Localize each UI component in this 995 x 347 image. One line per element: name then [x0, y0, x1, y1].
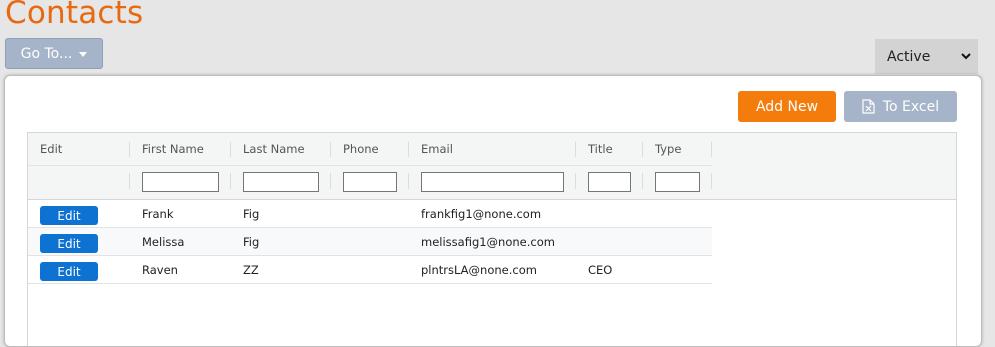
- filter-divider: [330, 173, 331, 189]
- to-excel-button[interactable]: To Excel: [844, 91, 957, 122]
- table-row: Edit Raven ZZ plntrsLA@none.com CEO: [28, 256, 712, 284]
- last-name-cell: Fig: [243, 235, 260, 249]
- add-new-button[interactable]: Add New: [738, 91, 836, 122]
- status-select[interactable]: Active: [875, 39, 978, 74]
- email-cell: frankfig1@none.com: [421, 207, 542, 221]
- to-excel-label: To Excel: [882, 98, 940, 115]
- column-header-edit: Edit: [40, 142, 63, 156]
- last-name-cell: Fig: [243, 207, 260, 221]
- phone-filter[interactable]: [343, 172, 397, 192]
- first-name-cell: Melissa: [142, 235, 185, 249]
- edit-button[interactable]: Edit: [40, 262, 98, 281]
- header-divider: [28, 165, 712, 166]
- column-divider: [575, 142, 576, 157]
- filter-divider: [642, 173, 643, 189]
- column-divider: [711, 142, 712, 157]
- grid-header: Edit First Name Last Name Phone Email Ti…: [28, 133, 956, 200]
- goto-button[interactable]: Go To...: [5, 38, 103, 69]
- column-header-type[interactable]: Type: [655, 142, 681, 156]
- column-divider: [230, 142, 231, 157]
- status-select-value: Active: [887, 48, 931, 65]
- edit-button[interactable]: Edit: [40, 206, 98, 225]
- page-title: Contacts: [5, 0, 144, 31]
- title-cell: CEO: [588, 263, 613, 277]
- goto-button-label: Go To...: [20, 45, 73, 62]
- filter-divider: [575, 173, 576, 189]
- chevron-down-icon: [961, 53, 971, 60]
- filter-divider: [711, 173, 712, 189]
- filter-divider: [230, 173, 231, 189]
- contacts-grid: Edit First Name Last Name Phone Email Ti…: [27, 132, 957, 346]
- excel-file-icon: [862, 99, 875, 114]
- table-row: Edit Frank Fig frankfig1@none.com: [28, 200, 712, 228]
- column-header-email[interactable]: Email: [421, 142, 453, 156]
- column-divider: [642, 142, 643, 157]
- column-divider: [330, 142, 331, 157]
- column-header-phone[interactable]: Phone: [343, 142, 379, 156]
- column-header-last-name[interactable]: Last Name: [243, 142, 305, 156]
- last-name-cell: ZZ: [243, 263, 259, 277]
- caret-down-icon: [79, 52, 88, 57]
- table-row: Edit Melissa Fig melissafig1@none.com: [28, 228, 712, 256]
- edit-button[interactable]: Edit: [40, 234, 98, 253]
- column-header-first-name[interactable]: First Name: [142, 142, 204, 156]
- filter-divider: [408, 173, 409, 189]
- email-filter[interactable]: [421, 172, 564, 192]
- column-divider: [408, 142, 409, 157]
- last-name-filter[interactable]: [243, 172, 319, 192]
- email-cell: plntrsLA@none.com: [421, 263, 537, 277]
- column-divider: [129, 142, 130, 157]
- column-header-title[interactable]: Title: [588, 142, 613, 156]
- first-name-cell: Raven: [142, 263, 178, 277]
- filter-divider: [129, 173, 130, 189]
- contacts-panel: Add New To Excel Edit First Name Last Na…: [4, 75, 982, 347]
- first-name-filter[interactable]: [142, 172, 219, 192]
- email-cell: melissafig1@none.com: [421, 235, 555, 249]
- type-filter[interactable]: [655, 172, 700, 192]
- title-filter[interactable]: [588, 172, 631, 192]
- first-name-cell: Frank: [142, 207, 174, 221]
